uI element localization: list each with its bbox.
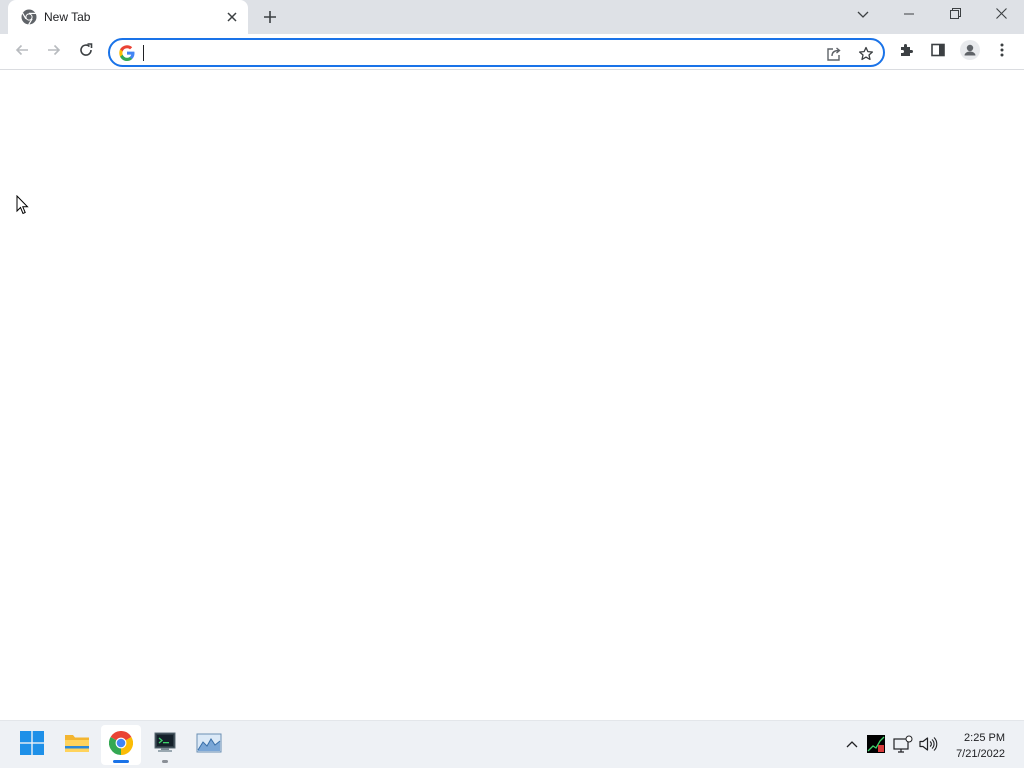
- back-arrow-icon: [14, 42, 30, 63]
- chevron-up-icon[interactable]: [842, 734, 862, 754]
- new-tab-button[interactable]: [258, 5, 282, 29]
- restore-icon: [949, 6, 961, 24]
- taskbar-chrome[interactable]: [101, 725, 141, 765]
- star-icon[interactable]: [856, 44, 876, 64]
- chrome-menu-button[interactable]: [989, 39, 1015, 65]
- terminal-app-icon: [152, 732, 178, 759]
- close-icon: [995, 6, 1007, 24]
- tab-title: New Tab: [44, 10, 91, 24]
- taskbar: 2:25 PM 7/21/2022: [0, 720, 1024, 768]
- back-button[interactable]: [9, 39, 35, 65]
- running-indicator: [162, 760, 168, 763]
- profile-button[interactable]: [957, 39, 983, 65]
- mouse-cursor-icon: [16, 194, 30, 215]
- taskbar-clock[interactable]: 2:25 PM 7/21/2022: [956, 730, 1005, 762]
- tab-strip: New Tab: [0, 0, 1024, 34]
- chevron-down-icon: [857, 6, 869, 24]
- restore-button[interactable]: [932, 0, 978, 30]
- taskbar-image-viewer[interactable]: [189, 725, 229, 765]
- page-content[interactable]: [0, 71, 1024, 720]
- share-icon[interactable]: [824, 44, 844, 64]
- active-indicator: [113, 760, 129, 763]
- folder-icon: [64, 732, 90, 759]
- side-panel-button[interactable]: [925, 39, 951, 65]
- minimize-icon: [904, 6, 914, 24]
- side-panel-icon: [930, 42, 946, 63]
- network-icon[interactable]: [893, 734, 913, 754]
- profile-icon: [960, 39, 980, 65]
- chrome-icon: [108, 730, 134, 760]
- reload-icon: [78, 42, 94, 63]
- taskbar-terminal-app[interactable]: [145, 725, 185, 765]
- omnibox-input[interactable]: [142, 43, 822, 63]
- google-g-icon: [119, 45, 135, 61]
- image-viewer-icon: [196, 733, 222, 758]
- text-caret: [143, 45, 144, 61]
- taskbar-file-explorer[interactable]: [57, 725, 97, 765]
- forward-arrow-icon: [46, 42, 62, 63]
- minimize-button[interactable]: [886, 0, 932, 30]
- tab-search-button[interactable]: [840, 0, 886, 30]
- clock-date: 7/21/2022: [956, 748, 1005, 760]
- extensions-button[interactable]: [893, 39, 919, 65]
- chrome-icon: [21, 9, 37, 25]
- windows-start-icon: [20, 730, 44, 760]
- puzzle-icon: [898, 42, 914, 63]
- forward-button[interactable]: [41, 39, 67, 65]
- reload-button[interactable]: [73, 39, 99, 65]
- clock-time: 2:25 PM: [964, 732, 1005, 744]
- tab-new-tab[interactable]: New Tab: [8, 0, 248, 34]
- start-button[interactable]: [12, 725, 52, 765]
- task-manager-icon[interactable]: [866, 734, 886, 754]
- tab-close-icon[interactable]: [224, 9, 240, 25]
- close-window-button[interactable]: [978, 0, 1024, 30]
- kebab-menu-icon: [1000, 42, 1004, 63]
- speaker-icon[interactable]: [918, 734, 938, 754]
- address-bar[interactable]: [108, 38, 885, 67]
